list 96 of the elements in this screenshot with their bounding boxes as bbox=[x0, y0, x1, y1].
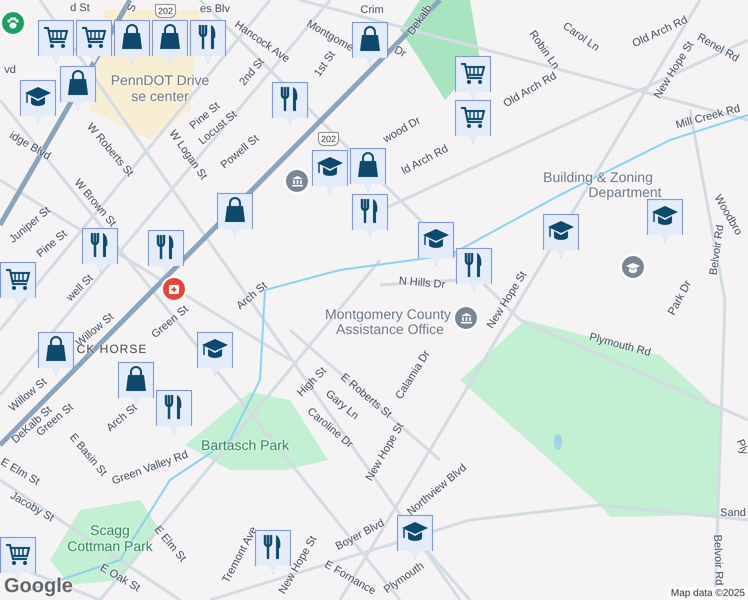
shopping-bag-icon bbox=[222, 197, 248, 223]
map-marker[interactable] bbox=[352, 22, 388, 66]
street-label: d St bbox=[70, 2, 90, 14]
street-label: 1st St bbox=[312, 49, 338, 79]
street-label: idge Blvd bbox=[7, 129, 53, 163]
street-label: 2nd St bbox=[237, 56, 267, 88]
map-marker[interactable] bbox=[190, 20, 226, 64]
graduation-cap-icon bbox=[626, 262, 640, 272]
place-label: PennDOT Drive bbox=[110, 72, 210, 88]
street-label: Ply bbox=[734, 438, 748, 456]
shopping-bag-icon bbox=[119, 24, 145, 50]
street-label: E Oak St bbox=[98, 562, 142, 594]
map-pin[interactable] bbox=[2, 12, 24, 34]
street-label: Mill Creek Rd bbox=[674, 102, 742, 132]
map-marker[interactable] bbox=[456, 248, 492, 292]
graduation-cap-icon bbox=[24, 84, 52, 108]
map-marker[interactable] bbox=[350, 148, 386, 192]
shopping-cart-icon bbox=[460, 60, 486, 86]
street-label: Pine St bbox=[34, 228, 70, 260]
map-marker[interactable] bbox=[647, 199, 683, 243]
street-label: Green Valley Rd bbox=[110, 448, 190, 488]
shopping-cart-icon bbox=[460, 104, 486, 130]
shopping-bag-icon bbox=[357, 26, 383, 52]
map-marker[interactable] bbox=[60, 66, 96, 110]
map-marker[interactable] bbox=[397, 515, 433, 559]
street-label: Dr bbox=[392, 44, 408, 60]
map-pin[interactable] bbox=[163, 278, 185, 300]
map-pin[interactable] bbox=[455, 307, 477, 329]
shopping-bag-icon bbox=[355, 152, 381, 178]
map-marker[interactable] bbox=[418, 222, 454, 266]
map-marker[interactable] bbox=[312, 150, 348, 194]
graduation-cap-icon bbox=[316, 154, 344, 178]
shopping-cart-icon bbox=[5, 541, 31, 567]
park-label: Cottman Park bbox=[67, 538, 153, 554]
route-shield: 202 bbox=[318, 132, 340, 146]
map-marker[interactable] bbox=[148, 230, 184, 274]
graduation-cap-icon bbox=[422, 226, 450, 250]
map-marker[interactable] bbox=[352, 194, 388, 238]
street-label: Crim bbox=[360, 4, 384, 16]
map-marker[interactable] bbox=[82, 228, 118, 272]
place-label: Department bbox=[588, 184, 662, 200]
pond bbox=[554, 434, 562, 450]
shopping-bag-icon bbox=[43, 336, 69, 362]
park-label: Scagg bbox=[90, 522, 130, 538]
graduation-cap-icon bbox=[401, 519, 429, 543]
map-marker[interactable] bbox=[455, 56, 491, 100]
street-label: Old Arch Rd bbox=[501, 70, 559, 110]
map-marker[interactable] bbox=[255, 530, 291, 574]
place-label: Assistance Office bbox=[336, 321, 444, 337]
building-columns-icon bbox=[460, 312, 472, 324]
place-label: se center bbox=[131, 88, 189, 104]
map-logo: Google bbox=[4, 575, 73, 598]
map-marker[interactable] bbox=[38, 332, 74, 376]
shopping-cart-icon bbox=[81, 24, 107, 50]
shopping-bag-icon bbox=[123, 366, 149, 392]
street-label: N Hills Dr bbox=[398, 275, 446, 291]
map-marker[interactable] bbox=[272, 82, 308, 126]
map-marker[interactable] bbox=[118, 362, 154, 406]
street-label: Sand bbox=[720, 507, 746, 519]
street-label: Park Dr bbox=[666, 278, 694, 318]
graduation-cap-icon bbox=[651, 203, 679, 227]
map-marker[interactable] bbox=[76, 20, 112, 64]
street-label: E Elm St bbox=[0, 456, 42, 488]
map-pin[interactable] bbox=[622, 256, 644, 278]
map-marker[interactable] bbox=[38, 20, 74, 64]
shopping-bag-icon bbox=[157, 24, 183, 50]
shopping-bag-icon bbox=[65, 70, 91, 96]
street-label: Arch St bbox=[234, 280, 270, 312]
map-marker[interactable] bbox=[543, 214, 579, 258]
map-marker[interactable] bbox=[197, 332, 233, 376]
street-label: E Elm St bbox=[152, 524, 188, 564]
map-attribution: Map data ©2025 bbox=[668, 587, 748, 600]
park-label: Bartasch Park bbox=[201, 437, 289, 453]
street-label: S bbox=[125, 2, 139, 14]
street-label: Belvoir Rd bbox=[711, 534, 725, 586]
street-label: Boyer Blvd bbox=[334, 517, 386, 553]
shopping-cart-icon bbox=[5, 266, 31, 292]
street-label: ld Arch Rd bbox=[400, 142, 450, 178]
map-marker[interactable] bbox=[20, 80, 56, 124]
street-label: well St bbox=[64, 272, 96, 304]
medical-cross-icon bbox=[168, 283, 180, 295]
street-label: vd bbox=[4, 64, 16, 76]
route-shield: 202 bbox=[155, 4, 176, 18]
map-marker[interactable] bbox=[217, 193, 253, 237]
map-pin[interactable] bbox=[286, 170, 308, 192]
graduation-cap-icon bbox=[547, 218, 575, 242]
building-columns-icon bbox=[290, 175, 304, 187]
shopping-cart-icon bbox=[43, 24, 69, 50]
place-label: Montgomery County bbox=[324, 306, 452, 322]
map-marker[interactable] bbox=[0, 262, 36, 306]
street-label: es Blv bbox=[200, 3, 230, 15]
map-marker[interactable] bbox=[156, 390, 192, 434]
map-marker[interactable] bbox=[455, 100, 491, 144]
graduation-cap-icon bbox=[201, 336, 229, 360]
paw-icon bbox=[6, 16, 20, 30]
street-label: Arch St bbox=[104, 402, 140, 434]
